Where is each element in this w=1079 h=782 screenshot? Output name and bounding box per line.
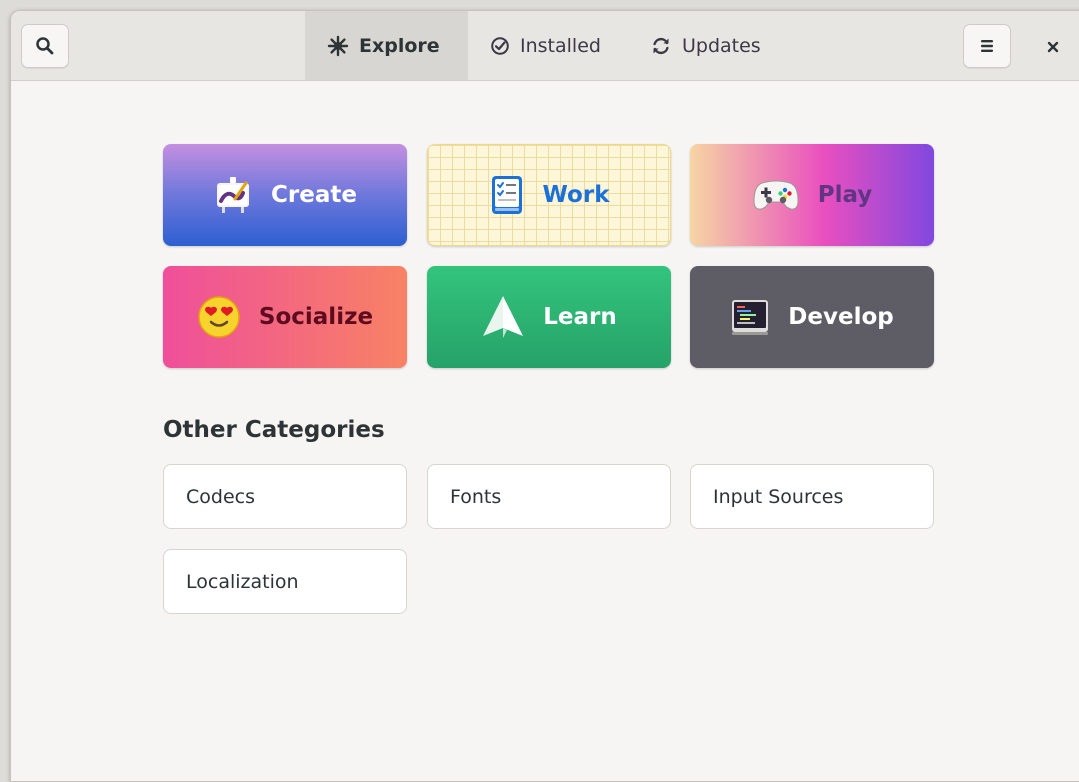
hamburger-menu-icon (979, 39, 995, 53)
tab-updates[interactable]: Updates (628, 11, 788, 80)
check-icon (490, 36, 510, 56)
category-work[interactable]: Work (427, 144, 671, 246)
tab-installed[interactable]: Installed (468, 11, 628, 80)
category-localization[interactable]: Localization (163, 549, 407, 614)
heart-eyes-emoji-icon (197, 295, 241, 339)
main-menu-button[interactable] (963, 24, 1011, 68)
category-input-sources[interactable]: Input Sources (690, 464, 934, 529)
category-learn-label: Learn (543, 304, 617, 330)
category-localization-label: Localization (186, 570, 299, 593)
category-play[interactable]: Play (690, 144, 934, 246)
category-codecs-label: Codecs (186, 485, 255, 508)
category-work-label: Work (542, 182, 610, 208)
app-window: Explore Installed Updates Create Work Pl… (10, 10, 1079, 782)
tab-updates-label: Updates (682, 34, 761, 57)
category-fonts-label: Fonts (450, 485, 502, 508)
category-input-sources-label: Input Sources (713, 485, 844, 508)
category-socialize[interactable]: Socialize (163, 266, 407, 368)
other-categories-heading: Other Categories (163, 417, 385, 443)
category-socialize-label: Socialize (258, 304, 374, 330)
header-bar: Explore Installed Updates (11, 11, 1079, 81)
close-icon (1046, 40, 1060, 54)
category-fonts[interactable]: Fonts (427, 464, 671, 529)
category-create[interactable]: Create (163, 144, 407, 246)
category-codecs[interactable]: Codecs (163, 464, 407, 529)
tab-explore-label: Explore (359, 34, 440, 57)
explore-icon (327, 35, 349, 57)
category-develop-label: Develop (788, 304, 894, 330)
category-learn[interactable]: Learn (427, 266, 671, 368)
terminal-icon (730, 298, 770, 336)
paper-plane-icon (481, 294, 525, 340)
refresh-icon (650, 35, 672, 57)
checklist-icon (489, 174, 525, 216)
easel-icon (213, 175, 253, 215)
search-button[interactable] (21, 24, 69, 68)
close-button[interactable] (1043, 37, 1063, 57)
search-icon (35, 36, 55, 56)
category-create-label: Create (271, 182, 357, 208)
category-play-label: Play (817, 182, 873, 208)
gamepad-icon (752, 177, 800, 213)
tab-explore[interactable]: Explore (305, 11, 468, 80)
tab-installed-label: Installed (520, 34, 601, 57)
category-develop[interactable]: Develop (690, 266, 934, 368)
view-switcher: Explore Installed Updates (305, 11, 788, 80)
